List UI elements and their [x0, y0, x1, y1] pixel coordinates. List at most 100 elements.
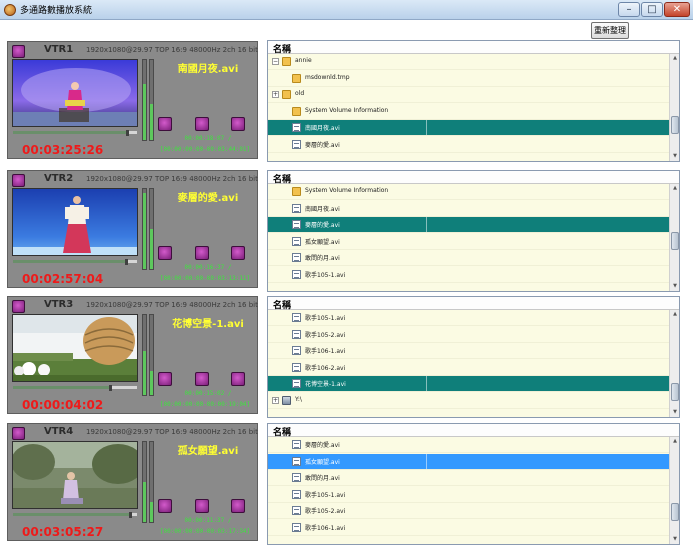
progress-thumb[interactable] — [128, 512, 132, 518]
file-row[interactable]: 南國月夜.avi — [268, 120, 669, 136]
scroll-up-icon[interactable]: ▲ — [671, 54, 679, 62]
scroll-thumb[interactable] — [671, 382, 679, 401]
file-row[interactable]: 歌手106-1.avi — [268, 520, 669, 536]
column-header[interactable]: 名稱 — [268, 424, 679, 438]
file-row[interactable]: 麥層的愛.avi — [268, 137, 669, 153]
scroll-thumb[interactable] — [671, 232, 679, 251]
scroll-down-icon[interactable]: ▼ — [671, 408, 679, 416]
play-button[interactable] — [158, 372, 172, 386]
pause-button[interactable] — [195, 117, 209, 131]
file-row[interactable]: 敢問的月.avi — [268, 470, 669, 486]
vertical-scrollbar[interactable]: ▲ ▼ — [669, 310, 679, 417]
file-row[interactable]: 歌手105-1.avi — [268, 487, 669, 503]
playback-progress[interactable] — [12, 259, 138, 265]
scroll-thumb[interactable] — [671, 502, 679, 521]
elapsed-time: 00:00:11:37 / — [184, 517, 232, 524]
maximize-button[interactable]: □ — [641, 2, 663, 17]
vertical-scrollbar[interactable]: ▲ ▼ — [669, 54, 679, 161]
stop-button[interactable] — [231, 246, 245, 260]
progress-thumb[interactable] — [126, 130, 130, 136]
vtr-format: 1920x1080@29.97 TOP 16:9 48000Hz 2ch 16 … — [86, 301, 258, 309]
file-row[interactable]: 歌手105-2.avi — [268, 503, 669, 519]
scroll-up-icon[interactable]: ▲ — [671, 184, 679, 192]
video-preview — [12, 314, 138, 382]
folder-icon — [282, 90, 291, 99]
file-row-label: Y:\ — [295, 395, 302, 403]
file-row[interactable]: − annie — [268, 54, 669, 70]
file-row[interactable]: 歌手105-1.avi — [268, 310, 669, 326]
audio-level-meter — [149, 59, 154, 141]
vtr-format: 1920x1080@29.97 TOP 16:9 48000Hz 2ch 16 … — [86, 428, 258, 436]
close-button[interactable]: ✕ — [664, 2, 690, 17]
file-tree: System Volume Information 南國月夜.avi 麥層的愛.av… — [268, 184, 669, 291]
vtr-select-icon[interactable] — [12, 427, 25, 440]
pause-button[interactable] — [195, 246, 209, 260]
meter-fill — [143, 482, 146, 522]
vtr-select-icon[interactable] — [12, 45, 25, 58]
meter-fill — [143, 351, 146, 395]
audio-level-meter — [142, 59, 147, 141]
play-button[interactable] — [158, 499, 172, 513]
progress-fill — [13, 260, 126, 263]
file-row[interactable]: 歌手106-2.avi — [268, 360, 669, 376]
scroll-up-icon[interactable]: ▲ — [671, 437, 679, 445]
file-row[interactable]: 南國月夜.avi — [268, 201, 669, 217]
vtr-panel: VTR1 1920x1080@29.97 TOP 16:9 48000Hz 2ch… — [7, 41, 258, 159]
scroll-up-icon[interactable]: ▲ — [671, 310, 679, 318]
playback-progress[interactable] — [12, 385, 138, 391]
meter-fill — [143, 84, 146, 140]
file-icon — [292, 362, 301, 372]
column-header[interactable]: 名稱 — [268, 41, 679, 55]
tree-expander-icon[interactable]: + — [272, 91, 279, 98]
play-button[interactable] — [158, 117, 172, 131]
vertical-scrollbar[interactable]: ▲ ▼ — [669, 184, 679, 291]
scroll-down-icon[interactable]: ▼ — [671, 535, 679, 543]
file-icon — [292, 123, 301, 132]
scroll-thumb[interactable] — [671, 116, 679, 135]
file-row[interactable]: System Volume Information — [268, 184, 669, 200]
file-row[interactable]: 孤女願望.avi — [268, 453, 669, 470]
file-row[interactable]: + old — [268, 87, 669, 103]
file-row[interactable]: 歌手106-1.avi — [268, 343, 669, 359]
file-row[interactable]: + Y:\ — [268, 393, 669, 409]
vtr-select-icon[interactable] — [12, 174, 25, 187]
window-title: 多通路數播放系統 — [20, 6, 93, 16]
folder-icon — [292, 106, 301, 116]
file-row-label: 歌手105-1.avi — [305, 491, 346, 499]
play-button[interactable] — [158, 246, 172, 260]
minimize-button[interactable]: – — [618, 2, 640, 17]
refresh-button[interactable]: 重新整理 — [591, 22, 629, 39]
file-row-label: 歌手106-2.avi — [305, 364, 346, 372]
file-icon — [292, 220, 301, 229]
pause-button[interactable] — [195, 499, 209, 513]
pause-button[interactable] — [195, 372, 209, 386]
progress-thumb[interactable] — [108, 385, 112, 391]
playback-progress[interactable] — [12, 130, 138, 136]
tree-expander-icon[interactable]: − — [272, 58, 279, 65]
file-row[interactable]: 麥層的愛.avi — [268, 217, 669, 233]
vtr-select-icon[interactable] — [12, 300, 25, 313]
file-row[interactable]: 花博空景-1.avi — [268, 376, 669, 392]
vtr-format: 1920x1080@29.97 TOP 16:9 48000Hz 2ch 16 … — [86, 175, 258, 183]
file-row[interactable]: 麥層的愛.avi — [268, 437, 669, 453]
file-list-panel: 名稱 System Volume Information 南國月夜.avi 麥層的愛.… — [267, 170, 680, 292]
file-row[interactable]: 孤女願望.avi — [268, 234, 669, 250]
playback-progress[interactable] — [12, 512, 138, 518]
file-row[interactable]: 歌手105-2.avi — [268, 327, 669, 343]
file-row[interactable]: 敢問的月.avi — [268, 250, 669, 266]
progress-thumb[interactable] — [124, 259, 128, 265]
column-header[interactable]: 名稱 — [268, 297, 679, 311]
file-row-label: System Volume Information — [305, 106, 389, 114]
stop-button[interactable] — [231, 117, 245, 131]
scroll-down-icon[interactable]: ▼ — [671, 282, 679, 290]
file-row[interactable]: msdownld.tmp — [268, 71, 669, 87]
file-row[interactable]: System Volume Information — [268, 104, 669, 120]
column-header[interactable]: 名稱 — [268, 171, 679, 185]
stop-button[interactable] — [231, 499, 245, 513]
scroll-down-icon[interactable]: ▼ — [671, 152, 679, 160]
stop-button[interactable] — [231, 372, 245, 386]
file-row[interactable]: 歌手105-1.avi — [268, 267, 669, 283]
vertical-scrollbar[interactable]: ▲ ▼ — [669, 437, 679, 544]
tree-expander-icon[interactable]: + — [272, 396, 279, 404]
file-icon — [292, 440, 301, 449]
